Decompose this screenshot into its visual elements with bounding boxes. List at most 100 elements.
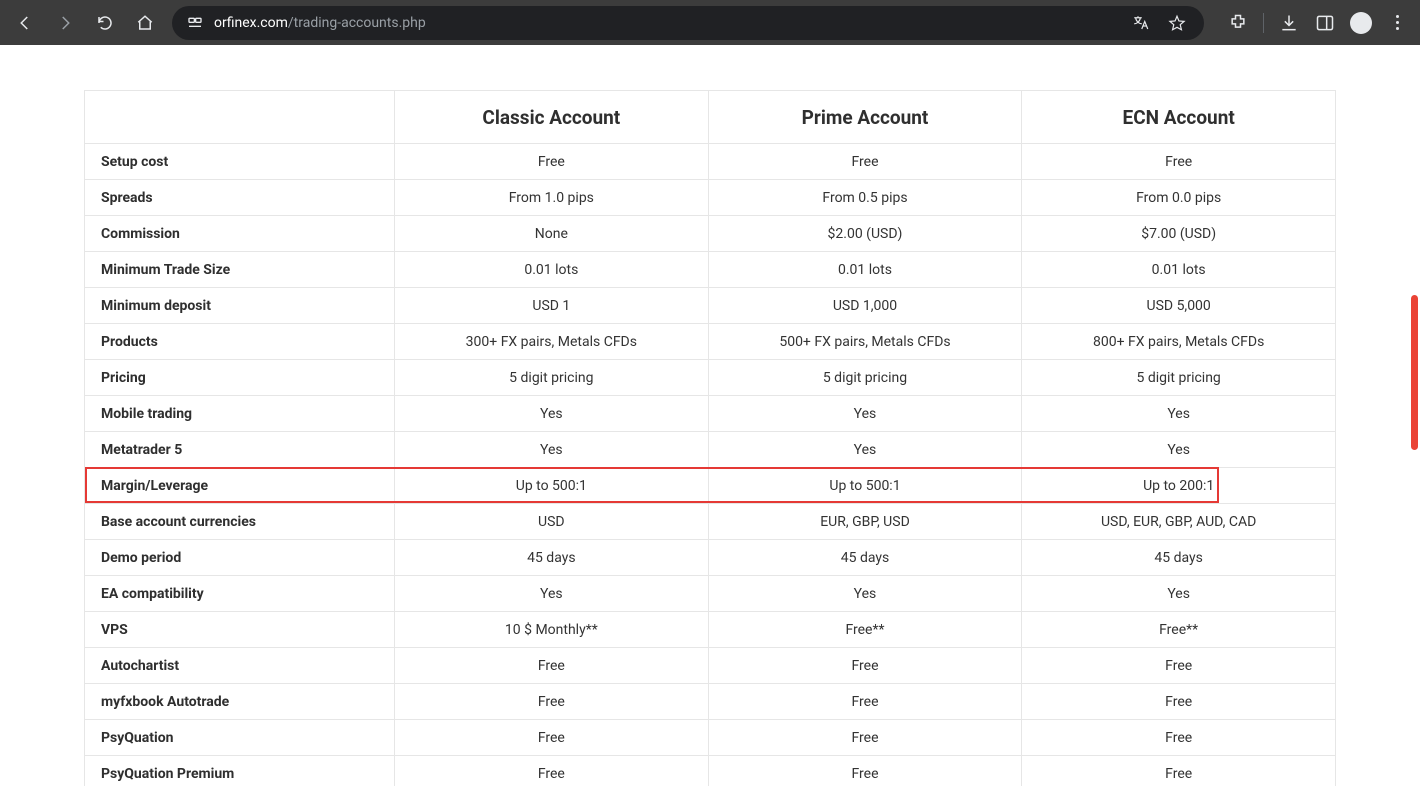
row-value: Up to 500:1: [395, 468, 709, 504]
row-value: Free: [395, 684, 709, 720]
row-value: 0.01 lots: [708, 252, 1022, 288]
sidepanel-icon[interactable]: [1310, 8, 1340, 38]
url-path: /trading-accounts.php: [288, 15, 426, 31]
row-label: Pricing: [85, 360, 395, 396]
row-value: Free: [1022, 144, 1336, 180]
page-content: Classic Account Prime Account ECN Accoun…: [0, 45, 1420, 786]
row-value: USD 1: [395, 288, 709, 324]
row-label: Minimum deposit: [85, 288, 395, 324]
row-value: Free: [1022, 684, 1336, 720]
row-label: myfxbook Autotrade: [85, 684, 395, 720]
row-label: Base account currencies: [85, 504, 395, 540]
profile-avatar[interactable]: [1346, 8, 1376, 38]
table-row: Mobile tradingYesYesYes: [85, 396, 1336, 432]
separator: [1263, 13, 1264, 33]
address-bar[interactable]: orfinex.com/trading-accounts.php: [172, 6, 1204, 40]
row-value: 5 digit pricing: [395, 360, 709, 396]
row-value: None: [395, 216, 709, 252]
row-value: USD 5,000: [1022, 288, 1336, 324]
row-value: 500+ FX pairs, Metals CFDs: [708, 324, 1022, 360]
row-value: Free: [1022, 756, 1336, 786]
toolbar-right: [1223, 8, 1412, 38]
row-label: Autochartist: [85, 648, 395, 684]
row-value: Free: [1022, 648, 1336, 684]
row-value: USD 1,000: [708, 288, 1022, 324]
row-value: USD: [395, 504, 709, 540]
row-label: PsyQuation: [85, 720, 395, 756]
forward-button[interactable]: [48, 6, 82, 40]
menu-icon[interactable]: [1382, 8, 1412, 38]
row-value: 5 digit pricing: [708, 360, 1022, 396]
row-value: Free: [708, 144, 1022, 180]
row-value: 5 digit pricing: [1022, 360, 1336, 396]
row-label: Demo period: [85, 540, 395, 576]
header-ecn: ECN Account: [1022, 91, 1336, 144]
bookmark-icon[interactable]: [1164, 10, 1190, 36]
table-row: Pricing5 digit pricing5 digit pricing5 d…: [85, 360, 1336, 396]
row-value: 10 $ Monthly**: [395, 612, 709, 648]
downloads-icon[interactable]: [1274, 8, 1304, 38]
comparison-table: Classic Account Prime Account ECN Accoun…: [84, 90, 1336, 786]
back-button[interactable]: [8, 6, 42, 40]
row-value: Up to 200:1: [1022, 468, 1336, 504]
table-row: PsyQuation PremiumFreeFreeFree: [85, 756, 1336, 786]
header-prime: Prime Account: [708, 91, 1022, 144]
row-value: 0.01 lots: [395, 252, 709, 288]
row-value: Yes: [708, 396, 1022, 432]
header-empty: [85, 91, 395, 144]
row-value: Free: [395, 648, 709, 684]
row-value: Yes: [1022, 576, 1336, 612]
browser-toolbar: orfinex.com/trading-accounts.php: [0, 0, 1420, 45]
table-row: EA compatibilityYesYesYes: [85, 576, 1336, 612]
table-row: AutochartistFreeFreeFree: [85, 648, 1336, 684]
row-value: 45 days: [1022, 540, 1336, 576]
row-label: Spreads: [85, 180, 395, 216]
row-value: Yes: [395, 432, 709, 468]
row-value: Free: [708, 648, 1022, 684]
row-label: VPS: [85, 612, 395, 648]
row-value: Free: [395, 720, 709, 756]
reload-button[interactable]: [88, 6, 122, 40]
table-row: Base account currenciesUSDEUR, GBP, USDU…: [85, 504, 1336, 540]
table-header-row: Classic Account Prime Account ECN Accoun…: [85, 91, 1336, 144]
row-label: Mobile trading: [85, 396, 395, 432]
row-value: 45 days: [708, 540, 1022, 576]
row-value: Free: [708, 720, 1022, 756]
row-value: Yes: [708, 576, 1022, 612]
row-value: Free: [708, 756, 1022, 786]
row-value: $7.00 (USD): [1022, 216, 1336, 252]
table-row: SpreadsFrom 1.0 pipsFrom 0.5 pipsFrom 0.…: [85, 180, 1336, 216]
row-value: USD, EUR, GBP, AUD, CAD: [1022, 504, 1336, 540]
table-row: Minimum Trade Size0.01 lots0.01 lots0.01…: [85, 252, 1336, 288]
row-value: 300+ FX pairs, Metals CFDs: [395, 324, 709, 360]
row-value: Free: [395, 756, 709, 786]
row-value: Free: [1022, 720, 1336, 756]
row-label: Commission: [85, 216, 395, 252]
url-domain: orfinex.com: [214, 15, 288, 31]
home-button[interactable]: [128, 6, 162, 40]
row-value: 45 days: [395, 540, 709, 576]
row-value: Yes: [395, 396, 709, 432]
table-row: VPS10 $ Monthly**Free**Free**: [85, 612, 1336, 648]
scrollbar-thumb[interactable]: [1411, 295, 1418, 450]
row-value: Yes: [395, 576, 709, 612]
row-label: PsyQuation Premium: [85, 756, 395, 786]
extensions-icon[interactable]: [1223, 8, 1253, 38]
table-row: Minimum depositUSD 1USD 1,000USD 5,000: [85, 288, 1336, 324]
table-row: Setup costFreeFreeFree: [85, 144, 1336, 180]
site-info-icon[interactable]: [186, 14, 204, 32]
table-row: myfxbook AutotradeFreeFreeFree: [85, 684, 1336, 720]
table-row: PsyQuationFreeFreeFree: [85, 720, 1336, 756]
table-row: CommissionNone$2.00 (USD)$7.00 (USD): [85, 216, 1336, 252]
row-value: Free**: [708, 612, 1022, 648]
row-value: Free: [708, 684, 1022, 720]
row-value: $2.00 (USD): [708, 216, 1022, 252]
row-value: Yes: [1022, 396, 1336, 432]
row-label: Metatrader 5: [85, 432, 395, 468]
translate-icon[interactable]: [1128, 10, 1154, 36]
row-value: EUR, GBP, USD: [708, 504, 1022, 540]
row-value: From 0.0 pips: [1022, 180, 1336, 216]
row-label: Minimum Trade Size: [85, 252, 395, 288]
row-label: Setup cost: [85, 144, 395, 180]
table-row: Metatrader 5YesYesYes: [85, 432, 1336, 468]
